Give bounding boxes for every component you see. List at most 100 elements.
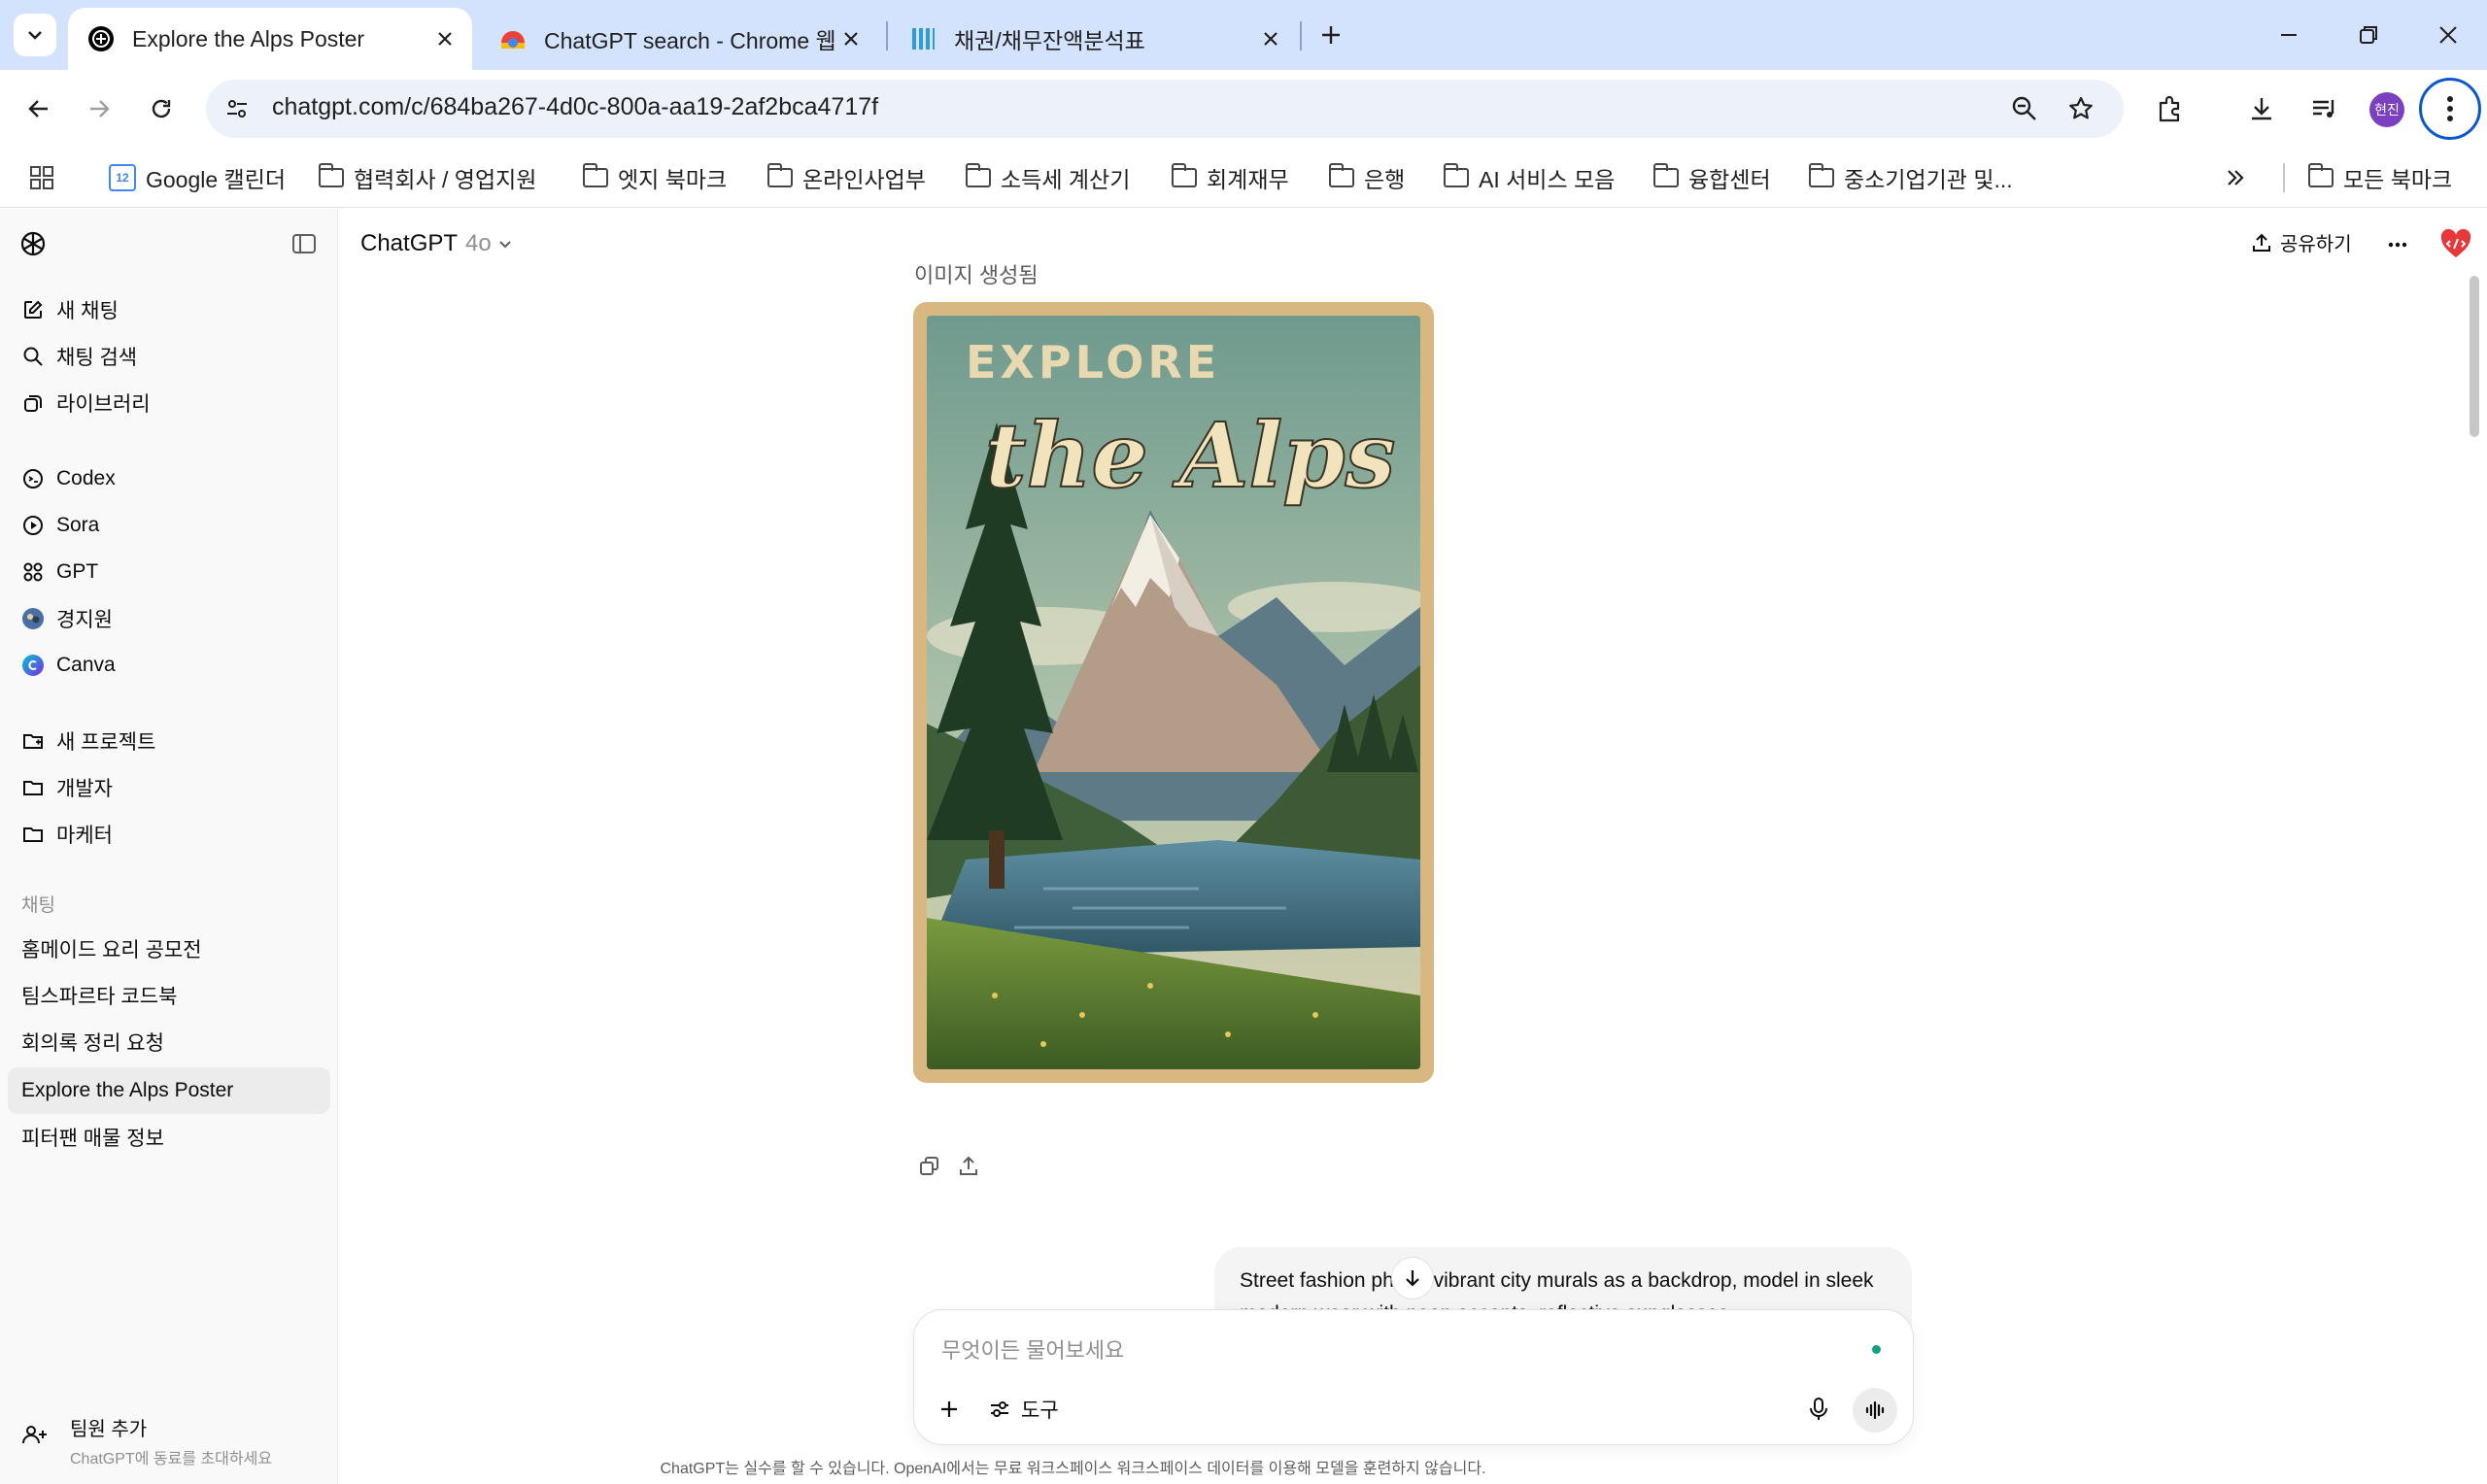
tab-chatgpt-search[interactable]: ChatGPT search - Chrome 웹 스토어 xyxy=(480,8,878,70)
chat-history-item[interactable]: 회의록 정리 요청 xyxy=(8,1021,330,1063)
bookmark-folder[interactable]: 엣지 북마크 xyxy=(582,159,727,196)
bookmark-label: Google 캘린더 xyxy=(146,167,287,192)
voice-mode-button[interactable] xyxy=(1853,1388,1897,1433)
sidebar-item-label: Canva xyxy=(56,654,116,676)
restore-button[interactable] xyxy=(2349,17,2388,52)
download-icon[interactable] xyxy=(2242,89,2281,128)
sidebar-canva[interactable]: Canva xyxy=(8,644,330,687)
site-settings-icon[interactable] xyxy=(221,93,253,124)
address-bar[interactable]: chatgpt.com/c/684ba267-4d0c-800a-aa19-2a… xyxy=(206,80,2124,138)
sheet-favicon-icon xyxy=(909,25,937,52)
prompt-input[interactable]: 무엇이든 물어보세요 xyxy=(941,1333,1124,1365)
sidebar-search-chats[interactable]: 채팅 검색 xyxy=(8,335,330,378)
zoom-icon[interactable] xyxy=(2009,93,2040,124)
dictate-button[interactable] xyxy=(1808,1390,1829,1429)
openai-logo-icon[interactable] xyxy=(17,228,49,259)
share-button[interactable]: 공유하기 xyxy=(2251,228,2352,256)
tab-search-button[interactable] xyxy=(14,14,56,56)
attach-button[interactable] xyxy=(937,1390,961,1429)
back-button[interactable] xyxy=(19,89,58,128)
chat-history-item[interactable]: 홈메이드 요리 공모전 xyxy=(8,928,330,970)
bookmark-folder[interactable]: 회계재무 xyxy=(1171,159,1289,196)
reload-button[interactable] xyxy=(142,89,181,128)
tab-explore-the-alps[interactable]: Explore the Alps Poster xyxy=(68,8,472,70)
sidebar-item-label: Sora xyxy=(56,514,100,536)
add-people-icon xyxy=(21,1423,49,1446)
bookmarks-bar: 12 Google 캘린더 협력회사 / 영업지원 엣지 북마크 온라인사업부 … xyxy=(0,148,2487,208)
sidebar-item-label: 마케터 xyxy=(56,825,113,847)
sidebar-custom-gpt[interactable]: 경지원 xyxy=(8,597,330,640)
more-options-icon[interactable] xyxy=(2387,234,2408,255)
all-bookmarks-folder[interactable]: 모든 북마크 xyxy=(2307,159,2452,196)
more-bookmarks-button[interactable] xyxy=(2225,159,2246,196)
generated-image[interactable]: EXPLORE the Alps xyxy=(913,302,1434,1083)
arrow-right-icon xyxy=(90,100,110,118)
bookmark-folder[interactable]: AI 서비스 모음 xyxy=(1443,159,1615,196)
bookmark-folder[interactable]: 융합센터 xyxy=(1652,159,1771,196)
sidebar-project-marketer[interactable]: 마케터 xyxy=(8,813,330,856)
chatgpt-sidebar: 새 채팅 채팅 검색 라이브러리 Codex Sora GPT 경지원 Canv… xyxy=(0,209,338,1484)
bookmark-google-calendar[interactable]: 12 Google 캘린더 xyxy=(109,159,286,196)
chat-history-item[interactable]: 피터팬 매물 정보 xyxy=(8,1116,330,1159)
bookmark-folder[interactable]: 중소기업기관 및... xyxy=(1808,159,2013,196)
sidebar-new-chat[interactable]: 새 채팅 xyxy=(8,288,330,331)
extension-badge-icon[interactable] xyxy=(2439,228,2472,259)
share-icon xyxy=(2253,233,2270,252)
sidebar-codex[interactable]: Codex xyxy=(8,457,330,500)
disclaimer-text: ChatGPT는 실수를 할 수 있습니다. OpenAI에서는 무료 워크스페… xyxy=(660,1461,1486,1477)
codex-icon xyxy=(21,467,45,490)
chatgpt-favicon-icon xyxy=(87,25,115,52)
more-vertical-icon xyxy=(2447,96,2453,121)
bookmark-label: 회계재무 xyxy=(1207,167,1289,192)
close-window-button[interactable] xyxy=(2429,17,2468,52)
close-sidebar-icon[interactable] xyxy=(291,232,317,255)
sidebar-project-developer[interactable]: 개발자 xyxy=(8,766,330,809)
folder-icon xyxy=(1328,163,1354,187)
new-chat-icon xyxy=(21,298,45,321)
folder-icon xyxy=(318,163,344,187)
sidebar-library[interactable]: 라이브러리 xyxy=(8,382,330,424)
sidebar-item-label: 경지원 xyxy=(56,609,113,631)
close-tab-icon[interactable] xyxy=(1259,27,1282,51)
scrollbar-thumb[interactable] xyxy=(2470,276,2479,437)
chat-history-item[interactable]: 팀스파르타 코드북 xyxy=(8,974,330,1017)
minimize-icon xyxy=(2281,34,2297,36)
close-tab-icon[interactable] xyxy=(839,27,863,51)
sidebar-sora[interactable]: Sora xyxy=(8,504,330,547)
library-icon xyxy=(21,391,45,415)
sidebar-item-label: 채팅 검색 xyxy=(56,347,138,369)
calendar-icon: 12 xyxy=(109,164,136,191)
share-image-icon[interactable] xyxy=(952,1150,985,1183)
bookmark-folder[interactable]: 은행 xyxy=(1328,159,1405,196)
chrome-menu-button[interactable] xyxy=(2419,78,2481,140)
folder-icon xyxy=(582,163,608,187)
copy-icon[interactable] xyxy=(913,1150,946,1183)
chrome-webstore-icon xyxy=(499,25,527,52)
sidebar-gpts[interactable]: GPT xyxy=(8,551,330,593)
sidebar-new-project[interactable]: 새 프로젝트 xyxy=(8,720,330,762)
url-text[interactable]: chatgpt.com/c/684ba267-4d0c-800a-aa19-2a… xyxy=(272,93,878,121)
poster-title-alps: the Alps xyxy=(985,403,1395,508)
new-tab-button[interactable] xyxy=(1313,17,1348,52)
forward-button[interactable] xyxy=(80,89,119,128)
chat-history-item-selected[interactable]: Explore the Alps Poster xyxy=(8,1067,330,1114)
folder-icon xyxy=(1171,163,1197,187)
extensions-icon[interactable] xyxy=(2151,89,2190,128)
chat-title: Explore the Alps Poster xyxy=(21,1079,234,1101)
bookmark-folder[interactable]: 협력회사 / 영업지원 xyxy=(318,159,536,196)
scroll-to-bottom-button[interactable] xyxy=(1391,1257,1434,1299)
chat-header: ChatGPT 4o 공유하기 xyxy=(339,209,2487,279)
profile-avatar[interactable]: 현진 xyxy=(2369,92,2404,127)
model-selector[interactable]: ChatGPT 4o xyxy=(360,230,513,257)
tab-bond-analysis[interactable]: 채권/채무잔액분석표 xyxy=(890,8,1298,70)
bookmark-folder[interactable]: 온라인사업부 xyxy=(767,159,926,196)
bookmark-star-icon[interactable] xyxy=(2065,93,2096,124)
tools-button[interactable]: 도구 xyxy=(988,1390,1059,1429)
canva-icon xyxy=(21,654,45,677)
close-tab-icon[interactable] xyxy=(433,27,457,51)
gpt-grid-icon xyxy=(21,560,45,584)
bookmark-folder[interactable]: 소득세 계산기 xyxy=(965,159,1130,196)
minimize-button[interactable] xyxy=(2269,17,2308,52)
apps-grid-button[interactable] xyxy=(29,159,54,196)
media-control-icon[interactable] xyxy=(2304,89,2343,128)
